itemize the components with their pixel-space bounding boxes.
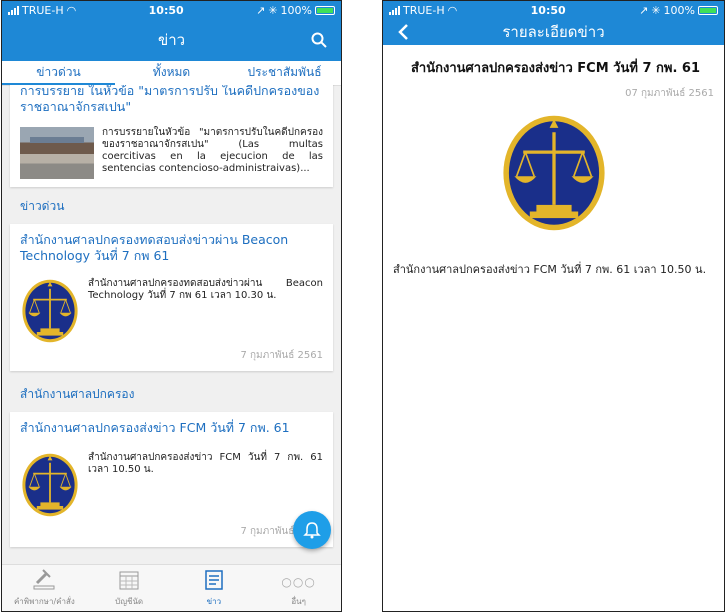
wifi-icon: ◠ bbox=[447, 3, 458, 17]
page-title: ข่าว bbox=[157, 31, 186, 49]
battery-percent: 100% bbox=[663, 3, 695, 17]
tab-breaking-news[interactable]: ข่าวด่วน bbox=[2, 61, 115, 85]
wifi-icon: ◠ bbox=[66, 3, 77, 17]
court-emblem-icon bbox=[502, 115, 605, 231]
location-icon: ↗ bbox=[639, 3, 649, 17]
carrier-label: TRUE-H bbox=[403, 3, 445, 17]
battery-percent: 100% bbox=[280, 3, 312, 17]
news-thumbnail-photo bbox=[20, 127, 94, 179]
news-detail-date: 07 กุมภาพันธ์ 2561 bbox=[625, 88, 714, 99]
news-card-summary: การบรรยายในหัวข้อ "มาตรการปรับในคดีปกครอ… bbox=[102, 127, 323, 174]
tabbar-item-judgments[interactable]: คำพิพากษา/คำสั่ง bbox=[2, 565, 87, 611]
news-card[interactable]: การบรรยาย ในหัวข้อ "มาตรการปรับ ในคดีปกค… bbox=[10, 85, 333, 187]
signal-icon bbox=[8, 5, 19, 15]
news-card[interactable]: สำนักงานศาลปกครองส่งข่าว FCM วันที่ 7 กพ… bbox=[10, 412, 333, 547]
search-icon[interactable] bbox=[301, 19, 337, 61]
news-card-title: การบรรยาย ในหัวข้อ "มาตรการปรับ ในคดีปกค… bbox=[20, 85, 320, 114]
news-card-title: สำนักงานศาลปกครองทดสอบส่งข่าวผ่าน Beacon… bbox=[20, 232, 289, 263]
court-emblem-icon bbox=[22, 279, 78, 343]
status-bar: TRUE-H ◠ 10:50 ↗ ✳ 100% bbox=[2, 1, 341, 19]
location-icon: ↗ bbox=[256, 3, 266, 17]
nav-bar: ข่าว bbox=[2, 19, 341, 61]
tabbar-item-schedule[interactable]: บัญชีนัด bbox=[87, 565, 172, 611]
notification-bell-button[interactable] bbox=[293, 511, 331, 549]
nav-bar: รายละเอียดข่าว bbox=[383, 19, 724, 45]
tabbar-item-news[interactable]: ข่าว bbox=[172, 565, 257, 611]
section-header-admin-court: สำนักงานศาลปกครอง bbox=[20, 387, 135, 401]
tab-all[interactable]: ทั้งหมด bbox=[115, 61, 228, 85]
section-header-breaking: ข่าวด่วน bbox=[20, 199, 65, 213]
news-list-screen: TRUE-H ◠ 10:50 ↗ ✳ 100% ข่าว ข่าวด่วน ทั… bbox=[1, 0, 342, 612]
signal-icon bbox=[389, 5, 400, 15]
tabbar-item-more[interactable]: ○○○ อื่นๆ bbox=[256, 565, 341, 611]
news-detail-screen: TRUE-H ◠ 10:50 ↗ ✳ 100% รายละเอียดข่าว ส… bbox=[382, 0, 725, 612]
battery-icon bbox=[315, 5, 335, 15]
back-button[interactable] bbox=[385, 19, 421, 45]
news-icon bbox=[205, 570, 223, 590]
news-card-summary: สำนักงานศาลปกครองส่งข่าว FCM วันที่ 7 กพ… bbox=[88, 452, 323, 475]
news-card-date: 7 กุมภาพันธ์ 2561 bbox=[240, 350, 323, 361]
bluetooth-icon: ✳ bbox=[651, 3, 661, 17]
carrier-label: TRUE-H bbox=[22, 3, 64, 17]
clock: 10:50 bbox=[530, 3, 566, 17]
status-bar: TRUE-H ◠ 10:50 ↗ ✳ 100% bbox=[383, 1, 724, 19]
gavel-icon bbox=[33, 569, 55, 590]
news-detail-body: สำนักงานศาลปกครองส่งข่าว FCM วันที่ 7 กพ… bbox=[393, 263, 707, 276]
page-title: รายละเอียดข่าว bbox=[502, 23, 605, 41]
news-card-date: 7 กุมภาพันธ์ 2561 bbox=[240, 526, 323, 537]
news-feed[interactable]: การบรรยาย ในหัวข้อ "มาตรการปรับ ในคดีปกค… bbox=[2, 85, 341, 565]
chevron-left-icon bbox=[398, 24, 408, 40]
clock: 10:50 bbox=[148, 3, 184, 17]
bottom-tab-bar: คำพิพากษา/คำสั่ง บัญชีนัด ข่าว ○○○ อื่นๆ bbox=[2, 564, 341, 611]
tabbar-label: อื่นๆ bbox=[291, 597, 306, 606]
news-card-title: สำนักงานศาลปกครองส่งข่าว FCM วันที่ 7 กพ… bbox=[20, 420, 290, 435]
tabbar-label: คำพิพากษา/คำสั่ง bbox=[13, 597, 75, 606]
battery-icon bbox=[698, 5, 718, 15]
calendar-icon bbox=[119, 571, 139, 590]
news-card-summary: สำนักงานศาลปกครองทดสอบส่งข่าวผ่าน Beacon… bbox=[88, 278, 323, 301]
news-card[interactable]: สำนักงานศาลปกครองทดสอบส่งข่าวผ่าน Beacon… bbox=[10, 224, 333, 371]
bluetooth-icon: ✳ bbox=[268, 3, 278, 17]
bell-icon bbox=[303, 522, 321, 539]
tabbar-label: บัญชีนัด bbox=[115, 597, 144, 606]
tabbar-label: ข่าว bbox=[206, 597, 222, 606]
court-emblem-icon bbox=[22, 453, 78, 517]
news-detail-title: สำนักงานศาลปกครองส่งข่าว FCM วันที่ 7 กพ… bbox=[411, 61, 701, 76]
more-icon: ○○○ bbox=[281, 575, 316, 589]
category-tabs: ข่าวด่วน ทั้งหมด ประชาสัมพันธ์ bbox=[2, 61, 341, 86]
news-detail: สำนักงานศาลปกครองส่งข่าว FCM วันที่ 7 กพ… bbox=[383, 45, 724, 279]
tab-public-relations[interactable]: ประชาสัมพันธ์ bbox=[228, 61, 341, 85]
